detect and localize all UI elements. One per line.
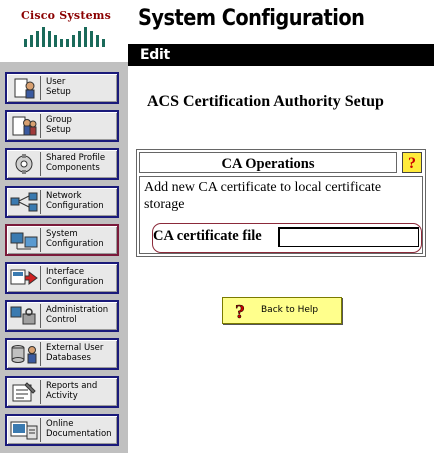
section-title: ACS Certification Authority Setup <box>147 93 384 110</box>
sidebar-item-user-setup[interactable]: User Setup <box>5 72 119 104</box>
ca-operations-header: CA Operations <box>139 152 397 173</box>
sidebar-item-label: Online Documentation <box>46 419 112 439</box>
sidebar-item-label: Shared Profile Components <box>46 153 106 173</box>
sidebar-item-shared-profile[interactable]: Shared Profile Components <box>5 148 119 180</box>
sidebar-item-group-setup[interactable]: Group Setup <box>5 110 119 142</box>
sidebar-item-label: Group Setup <box>46 115 72 135</box>
cisco-bridge-icon <box>24 27 105 47</box>
documentation-icon <box>9 418 41 442</box>
sidebar-item-label: External User Databases <box>46 343 104 363</box>
sidebar-item-label: Administration Control <box>46 305 109 325</box>
sidebar-item-network-config[interactable]: Network Configuration <box>5 186 119 218</box>
sidebar-item-admin-control[interactable]: Administration Control <box>5 300 119 332</box>
group-setup-icon <box>9 114 41 138</box>
sidebar-item-documentation[interactable]: Online Documentation <box>5 414 119 446</box>
external-db-icon <box>9 342 41 366</box>
shared-profile-icon <box>9 152 41 176</box>
help-icon[interactable]: ? <box>402 152 422 173</box>
cisco-logo: Cisco Systems <box>0 0 128 62</box>
edit-label: Edit <box>140 47 170 63</box>
page-title: System Configuration <box>138 6 365 31</box>
user-setup-icon <box>9 76 41 100</box>
svg-text:?: ? <box>235 301 245 321</box>
sidebar-item-external-db[interactable]: External User Databases <box>5 338 119 370</box>
admin-control-icon <box>9 304 41 328</box>
cert-file-input[interactable] <box>278 227 419 247</box>
system-config-icon <box>9 228 41 252</box>
back-to-help-button[interactable]: ? Back to Help <box>222 297 342 324</box>
logo-text: Cisco Systems <box>21 9 112 22</box>
cert-file-label: CA certificate file <box>153 228 262 244</box>
ca-operations-title: CA Operations <box>221 156 315 172</box>
sidebar-item-system-config[interactable]: System Configuration <box>5 224 119 256</box>
sidebar-item-reports[interactable]: Reports and Activity <box>5 376 119 408</box>
sidebar-item-label: User Setup <box>46 77 71 97</box>
sidebar-item-interface-config[interactable]: Interface Configuration <box>5 262 119 294</box>
sidebar-item-label: Reports and Activity <box>46 381 98 401</box>
back-to-help-label: Back to Help <box>261 305 319 315</box>
reports-icon <box>9 380 41 404</box>
sidebar-item-label: Network Configuration <box>46 191 104 211</box>
sidebar-item-label: Interface Configuration <box>46 267 104 287</box>
help-question-icon: ? <box>235 301 246 321</box>
sidebar-item-label: System Configuration <box>46 229 104 249</box>
ca-description: Add new CA certificate to local certific… <box>144 180 382 212</box>
interface-config-icon <box>9 266 41 290</box>
network-config-icon <box>9 190 41 214</box>
help-question-mark: ? <box>408 155 416 172</box>
edit-bar: Edit <box>128 44 434 66</box>
